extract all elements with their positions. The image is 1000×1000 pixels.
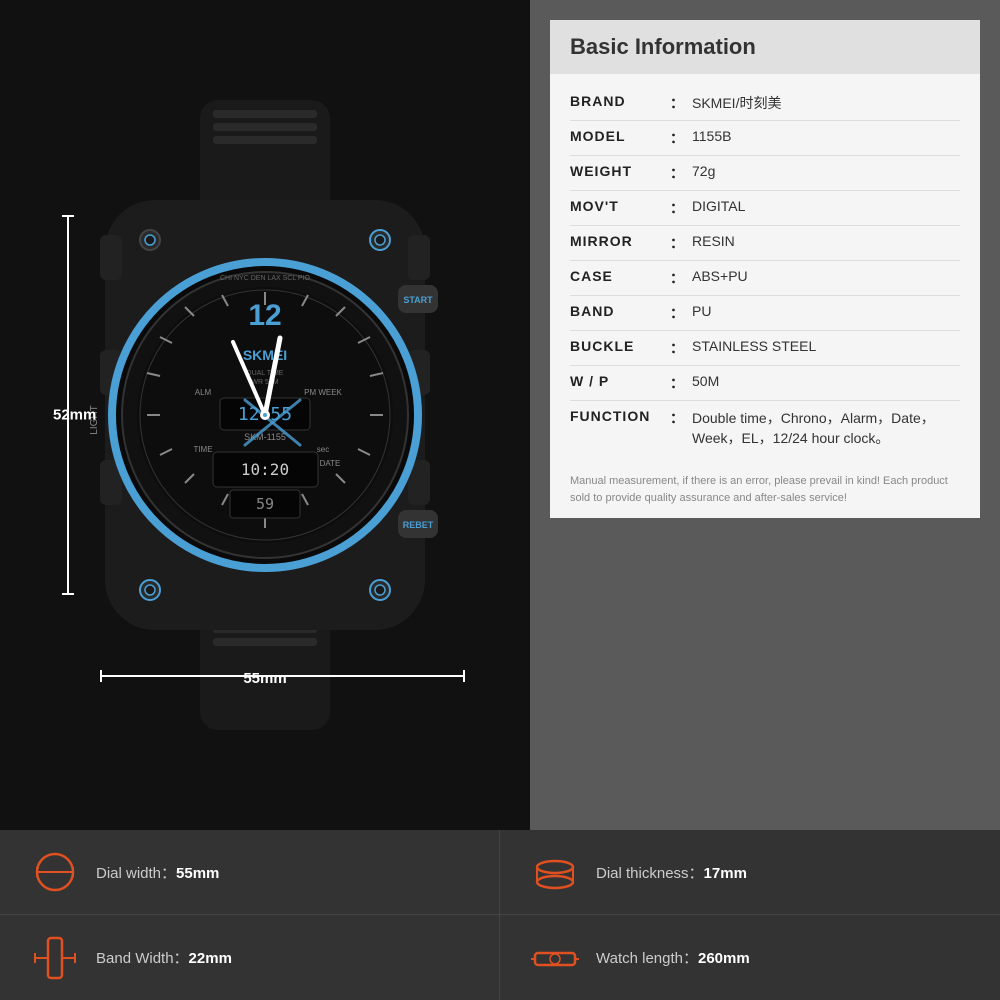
dial-width-label: Dial width：55mm bbox=[96, 862, 219, 883]
watch-length-value: 260mm bbox=[698, 950, 750, 967]
dimension-height-label: 52mm bbox=[53, 407, 96, 424]
svg-text:10:20: 10:20 bbox=[241, 460, 289, 479]
spec-label: FUNCTION bbox=[570, 408, 670, 424]
spec-value: SKMEI/时刻美 bbox=[692, 93, 781, 113]
svg-text:DATE: DATE bbox=[320, 459, 341, 468]
spec-value: Double time，Chrono，Alarm，Date，Week，EL，12… bbox=[692, 408, 960, 448]
stat-watch-length: Watch length：260mm bbox=[500, 915, 1000, 1000]
spec-row: W / P：50M bbox=[570, 366, 960, 401]
stat-dial-thickness: Dial thickness：17mm bbox=[500, 830, 1000, 915]
spec-label: BRAND bbox=[570, 93, 670, 109]
spec-value: DIGITAL bbox=[692, 198, 745, 214]
watch-panel: 52mm 55mm bbox=[0, 0, 530, 830]
stat-dial-width: Dial width：55mm bbox=[0, 830, 500, 915]
svg-text:SKMEI: SKMEI bbox=[243, 347, 287, 363]
spec-row: MOV'T：DIGITAL bbox=[570, 191, 960, 226]
svg-text:59: 59 bbox=[256, 495, 274, 513]
band-width-value: 22mm bbox=[189, 950, 232, 967]
bottom-stats: Dial width：55mm Dial thickness：17mm Band… bbox=[0, 830, 1000, 1000]
svg-text:START: START bbox=[403, 295, 433, 305]
spec-label: CASE bbox=[570, 268, 670, 284]
svg-text:DUAL TIME: DUAL TIME bbox=[247, 370, 284, 377]
spec-label: BAND bbox=[570, 303, 670, 319]
spec-row: MIRROR：RESIN bbox=[570, 226, 960, 261]
dial-width-value: 55mm bbox=[176, 865, 219, 882]
dial-thickness-label: Dial thickness：17mm bbox=[596, 862, 747, 883]
svg-text:PM WEEK: PM WEEK bbox=[304, 388, 342, 397]
spec-value: PU bbox=[692, 303, 711, 319]
dial-thickness-icon bbox=[530, 847, 580, 897]
info-header: Basic Information bbox=[550, 20, 980, 74]
spec-value: RESIN bbox=[692, 233, 735, 249]
spec-label: MODEL bbox=[570, 128, 670, 144]
stat-band-width: Band Width：22mm bbox=[0, 915, 500, 1000]
watch-length-icon bbox=[530, 933, 580, 983]
info-note: Manual measurement, if there is an error… bbox=[550, 465, 980, 518]
spec-row: BAND：PU bbox=[570, 296, 960, 331]
spec-row: FUNCTION：Double time，Chrono，Alarm，Date，W… bbox=[570, 401, 960, 455]
spec-row: WEIGHT：72g bbox=[570, 156, 960, 191]
svg-text:sec: sec bbox=[317, 445, 329, 454]
spec-value: 72g bbox=[692, 163, 715, 179]
spec-row: CASE：ABS+PU bbox=[570, 261, 960, 296]
spec-value: STAINLESS STEEL bbox=[692, 338, 816, 354]
spec-row: BUCKLE：STAINLESS STEEL bbox=[570, 331, 960, 366]
svg-text:WR 50M: WR 50M bbox=[251, 379, 278, 386]
spec-row: BRAND：SKMEI/时刻美 bbox=[570, 86, 960, 121]
watch-illustration: START REBET LIGHT CHI NYC DEN LAX SCL PI… bbox=[45, 90, 485, 740]
info-title: Basic Information bbox=[570, 34, 960, 60]
spec-row: MODEL：1155B bbox=[570, 121, 960, 156]
spec-value: 50M bbox=[692, 373, 719, 389]
svg-text:12: 12 bbox=[248, 299, 281, 332]
spec-label: MOV'T bbox=[570, 198, 670, 214]
spec-label: WEIGHT bbox=[570, 163, 670, 179]
spec-label: W / P bbox=[570, 373, 670, 389]
spec-value: ABS+PU bbox=[692, 268, 748, 284]
info-body: BRAND：SKMEI/时刻美MODEL：1155BWEIGHT：72gMOV'… bbox=[550, 74, 980, 465]
watch-length-label: Watch length：260mm bbox=[596, 947, 750, 968]
svg-text:ALM: ALM bbox=[195, 388, 212, 397]
dimension-width-label: 55mm bbox=[243, 670, 286, 687]
spec-label: BUCKLE bbox=[570, 338, 670, 354]
svg-text:TIME: TIME bbox=[193, 445, 212, 454]
dial-width-icon bbox=[30, 847, 80, 897]
svg-text:CHI NYC DEN LAX SCL PIO: CHI NYC DEN LAX SCL PIO bbox=[220, 275, 311, 282]
svg-text:REBET: REBET bbox=[403, 520, 434, 530]
info-panel: Basic Information BRAND：SKMEI/时刻美MODEL：1… bbox=[530, 0, 1000, 830]
dial-thickness-value: 17mm bbox=[704, 865, 747, 882]
spec-label: MIRROR bbox=[570, 233, 670, 249]
band-width-icon bbox=[30, 933, 80, 983]
band-width-label: Band Width：22mm bbox=[96, 947, 232, 968]
spec-value: 1155B bbox=[692, 128, 731, 144]
dimension-line-vertical bbox=[67, 215, 69, 595]
info-card: Basic Information BRAND：SKMEI/时刻美MODEL：1… bbox=[550, 20, 980, 820]
